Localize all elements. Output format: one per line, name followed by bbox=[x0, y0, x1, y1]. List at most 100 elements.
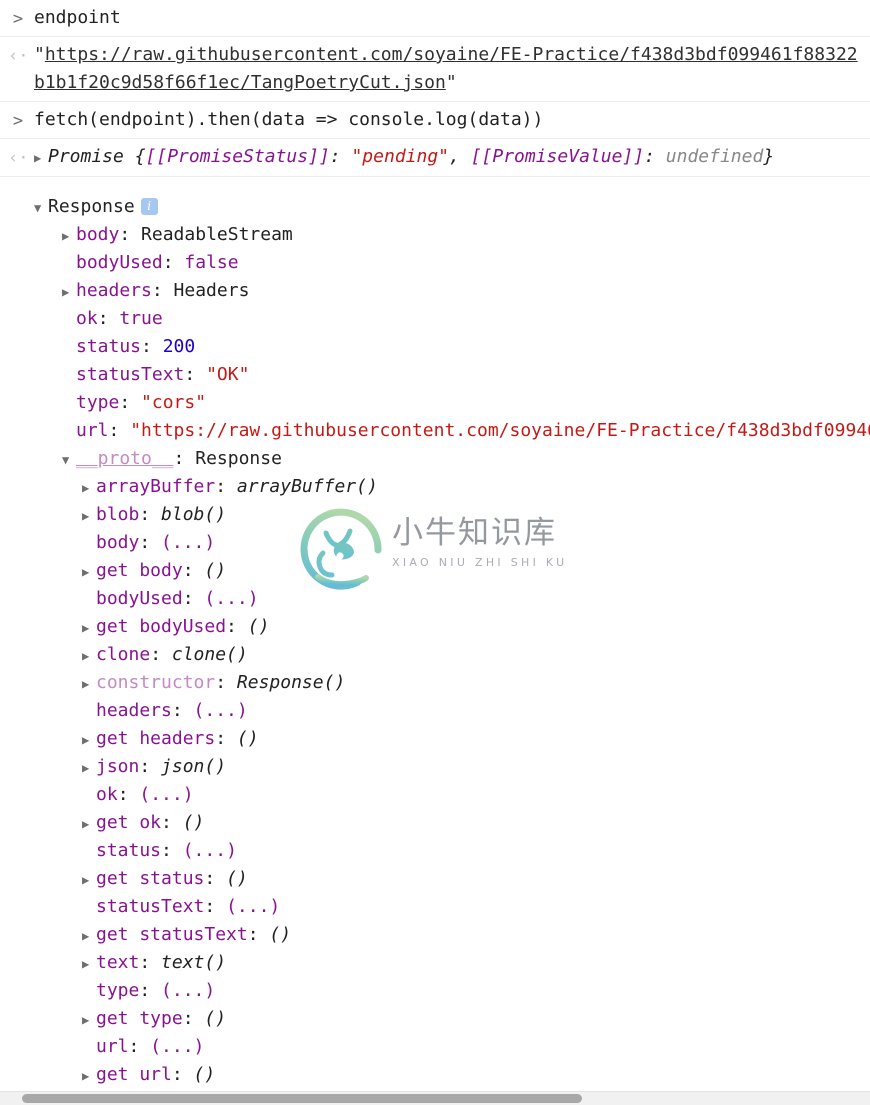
response-property-row[interactable]: ▶ get bodyUsed: () bbox=[0, 613, 870, 641]
console-output-promise[interactable]: ▶ Promise {[[PromiseStatus]]: "pending", … bbox=[34, 143, 870, 172]
response-property-row[interactable]: ▶ headers: Headers bbox=[0, 277, 870, 305]
response-root-label: Response bbox=[48, 196, 135, 217]
property-name: body bbox=[76, 224, 120, 245]
response-property-row[interactable]: ▶bodyUsed: (...) bbox=[0, 585, 870, 613]
property-value: () bbox=[247, 616, 270, 637]
console-entry-input[interactable]: > endpoint bbox=[0, 0, 870, 37]
property-separator: : bbox=[139, 980, 162, 1001]
property-value: (...) bbox=[161, 532, 216, 553]
response-property-row[interactable]: ▶ blob: blob() bbox=[0, 501, 870, 529]
expand-triangle-icon[interactable]: ▶ bbox=[62, 222, 76, 250]
response-property-row[interactable]: ▶ get body: () bbox=[0, 557, 870, 585]
response-property-row[interactable]: ▶bodyUsed: false bbox=[0, 249, 870, 277]
open-quote: " bbox=[34, 44, 45, 65]
response-property-row[interactable]: ▶ clone: clone() bbox=[0, 641, 870, 669]
console-input-expression[interactable]: endpoint bbox=[34, 4, 870, 32]
prompt-arrow-icon: > bbox=[12, 111, 24, 131]
console-entry-object-tree[interactable]: ▼Responsei ▶body: ReadableStream▶bodyUse… bbox=[0, 177, 870, 1092]
property-name: get ok bbox=[96, 812, 162, 833]
console-entry-output-string[interactable]: ‹· "https://raw.githubusercontent.com/so… bbox=[0, 37, 870, 102]
response-root-row[interactable]: ▼ Response i bbox=[0, 193, 870, 221]
property-value: () bbox=[226, 868, 248, 889]
horizontal-scrollbar[interactable] bbox=[0, 1091, 870, 1105]
property-name: text bbox=[96, 952, 140, 973]
triangle-placeholder-icon: ▶ bbox=[82, 530, 96, 558]
console-entry-input[interactable]: > fetch(endpoint).then(data => console.l… bbox=[0, 102, 870, 139]
property-value: () bbox=[269, 924, 292, 945]
expand-triangle-icon[interactable]: ▶ bbox=[82, 1062, 96, 1090]
property-value: "OK" bbox=[206, 364, 250, 385]
property-value: "cors" bbox=[141, 392, 207, 413]
response-property-row[interactable]: ▶url: "https://raw.githubusercontent.com… bbox=[0, 417, 870, 445]
response-property-row[interactable]: ▶ok: true bbox=[0, 305, 870, 333]
response-property-list[interactable]: ▶body: ReadableStream▶bodyUsed: false▶he… bbox=[0, 221, 870, 1092]
property-value: () bbox=[182, 812, 205, 833]
console-entry-output-promise[interactable]: ‹· ▶ Promise {[[PromiseStatus]]: "pending… bbox=[0, 139, 870, 177]
expand-triangle-icon[interactable]: ▶ bbox=[82, 726, 96, 754]
promise-label: Promise bbox=[48, 146, 124, 167]
property-separator: : bbox=[139, 532, 162, 553]
expand-triangle-icon[interactable]: ▶ bbox=[82, 474, 96, 502]
expand-triangle-icon[interactable]: ▶ bbox=[82, 754, 96, 782]
property-value: clone() bbox=[171, 644, 248, 665]
triangle-placeholder-icon: ▶ bbox=[62, 306, 76, 334]
property-name: headers bbox=[76, 280, 152, 301]
devtools-console-panel[interactable]: > endpoint ‹· "https://raw.githubusercon… bbox=[0, 0, 870, 1092]
property-name: get bodyUsed bbox=[96, 616, 227, 637]
property-name: get statusText bbox=[96, 924, 248, 945]
response-property-row[interactable]: ▶ arrayBuffer: arrayBuffer() bbox=[0, 473, 870, 501]
info-badge-icon[interactable]: i bbox=[140, 198, 158, 215]
promise-value-value: undefined bbox=[665, 146, 764, 167]
expand-triangle-icon[interactable]: ▶ bbox=[82, 810, 96, 838]
expand-triangle-icon[interactable]: ▶ bbox=[82, 642, 96, 670]
response-property-row[interactable]: ▶ constructor: Response() bbox=[0, 669, 870, 697]
property-separator: : bbox=[247, 924, 270, 945]
expand-triangle-icon[interactable]: ▶ bbox=[82, 866, 96, 894]
expand-triangle-icon[interactable]: ▶ bbox=[34, 144, 48, 172]
response-property-row[interactable]: ▶type: (...) bbox=[0, 977, 870, 1005]
response-property-row[interactable]: ▼ __proto__: Response bbox=[0, 445, 870, 473]
expand-triangle-icon[interactable]: ▶ bbox=[82, 922, 96, 950]
property-value: (...) bbox=[139, 784, 194, 805]
property-separator: : bbox=[161, 840, 183, 861]
property-value: arrayBuffer() bbox=[236, 476, 378, 497]
collapse-triangle-icon[interactable]: ▼ bbox=[62, 446, 76, 474]
response-property-row[interactable]: ▶ text: text() bbox=[0, 949, 870, 977]
console-input-expression[interactable]: fetch(endpoint).then(data => console.log… bbox=[34, 106, 870, 134]
expand-triangle-icon[interactable]: ▶ bbox=[82, 670, 96, 698]
response-property-row[interactable]: ▶status: (...) bbox=[0, 837, 870, 865]
response-property-row[interactable]: ▶ get ok: () bbox=[0, 809, 870, 837]
horizontal-scrollbar-thumb[interactable] bbox=[22, 1094, 582, 1103]
response-property-row[interactable]: ▶ get status: () bbox=[0, 865, 870, 893]
response-property-row[interactable]: ▶body: (...) bbox=[0, 529, 870, 557]
property-name: type bbox=[76, 392, 120, 413]
expand-triangle-icon[interactable]: ▶ bbox=[82, 558, 96, 586]
response-property-row[interactable]: ▶status: 200 bbox=[0, 333, 870, 361]
expand-triangle-icon[interactable]: ▶ bbox=[82, 1006, 96, 1034]
response-property-row[interactable]: ▶ json: json() bbox=[0, 753, 870, 781]
response-property-row[interactable]: ▶ get url: () bbox=[0, 1061, 870, 1089]
property-name: ok bbox=[76, 308, 98, 329]
property-value: (...) bbox=[182, 840, 237, 861]
response-property-row[interactable]: ▶ body: ReadableStream bbox=[0, 221, 870, 249]
response-property-row[interactable]: ▶ get headers: () bbox=[0, 725, 870, 753]
response-property-row[interactable]: ▶headers: (...) bbox=[0, 697, 870, 725]
property-value: () bbox=[236, 728, 259, 749]
response-property-row[interactable]: ▶ get statusText: () bbox=[0, 921, 870, 949]
expand-triangle-icon[interactable]: ▶ bbox=[82, 614, 96, 642]
response-property-row[interactable]: ▶ get type: () bbox=[0, 1005, 870, 1033]
expand-triangle-icon[interactable]: ▶ bbox=[62, 278, 76, 306]
response-property-row[interactable]: ▶statusText: (...) bbox=[0, 893, 870, 921]
response-property-row[interactable]: ▶url: (...) bbox=[0, 1033, 870, 1061]
response-property-row[interactable]: ▶ok: (...) bbox=[0, 781, 870, 809]
response-property-row[interactable]: ▶statusText: "OK" bbox=[0, 361, 870, 389]
property-value: () bbox=[204, 1008, 227, 1029]
collapse-triangle-icon[interactable]: ▼ bbox=[34, 194, 48, 222]
property-name: clone bbox=[96, 644, 151, 665]
expand-triangle-icon[interactable]: ▶ bbox=[82, 502, 96, 530]
response-property-row[interactable]: ▶type: "cors" bbox=[0, 389, 870, 417]
property-separator: : bbox=[97, 308, 120, 329]
property-name: headers bbox=[96, 700, 172, 721]
expand-triangle-icon[interactable]: ▶ bbox=[82, 950, 96, 978]
promise-value-sep: : bbox=[644, 146, 666, 167]
